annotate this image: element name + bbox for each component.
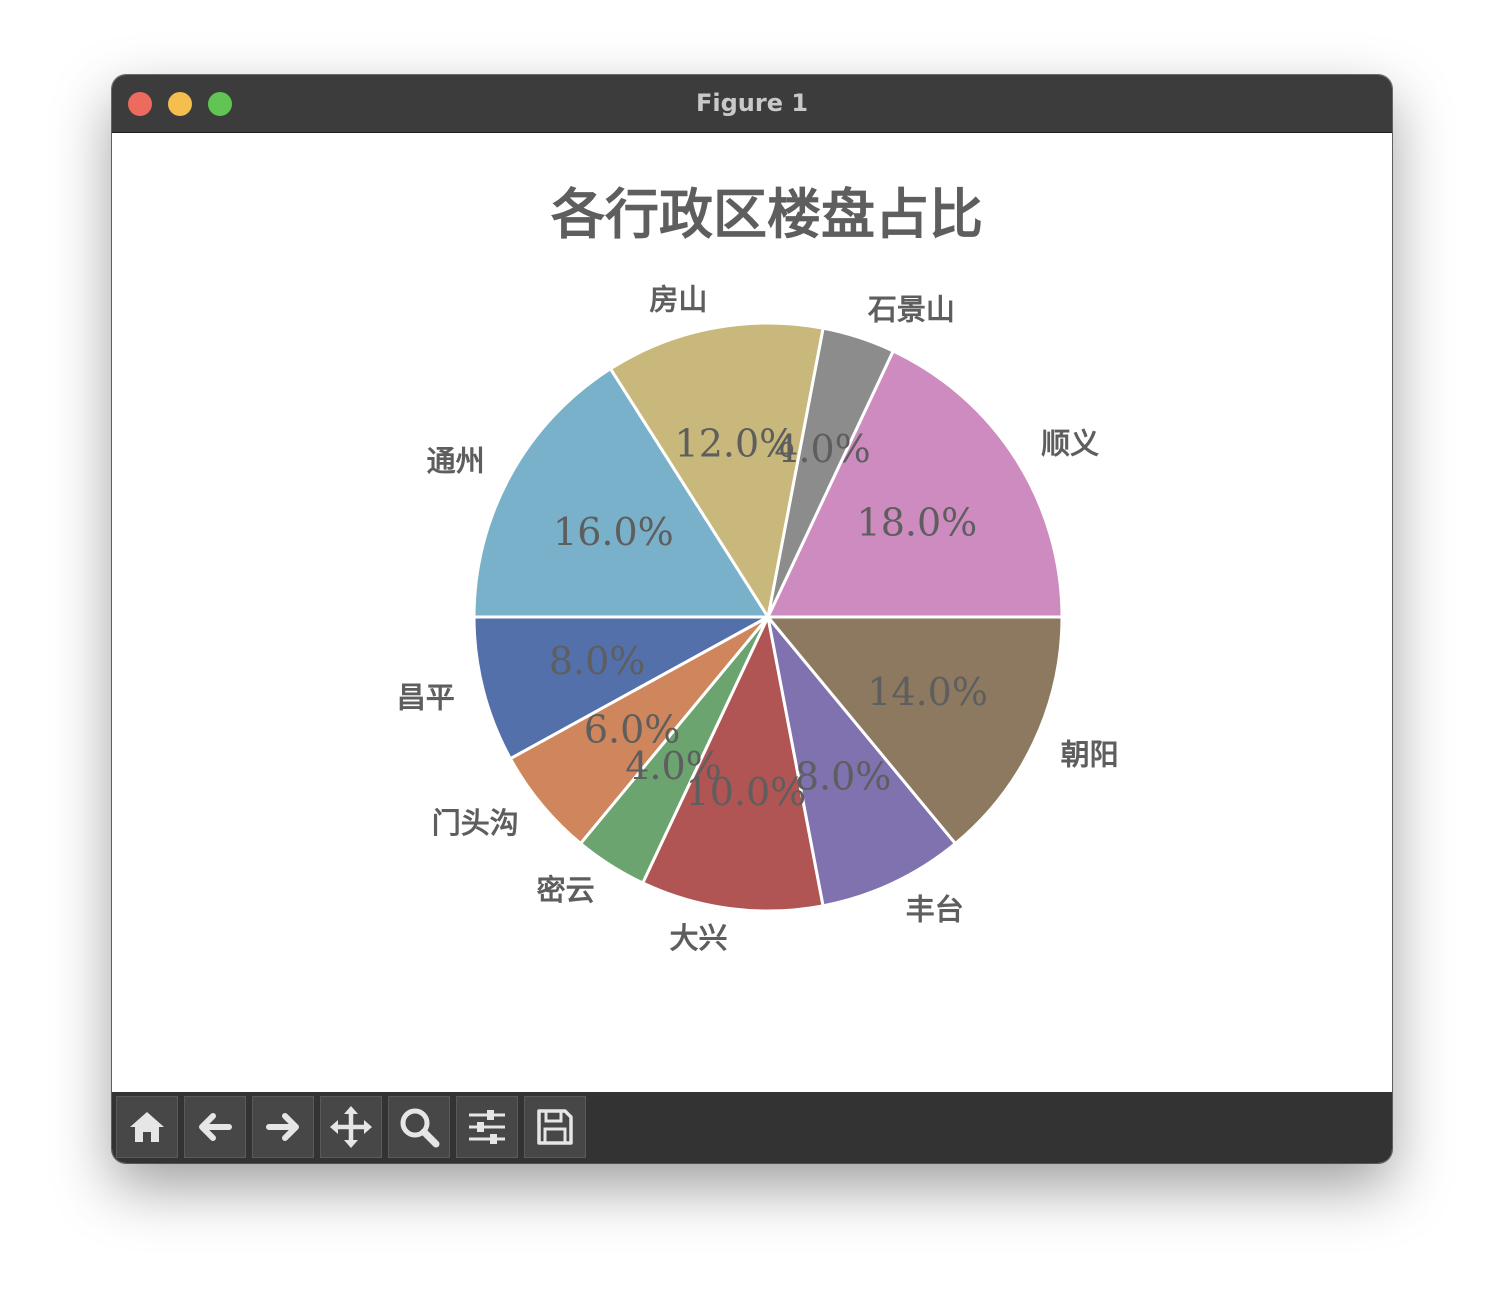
back-button[interactable] [184, 1096, 246, 1158]
slice-label-1: 石景山 [867, 292, 955, 326]
pan-button[interactable] [320, 1096, 382, 1158]
arrow-left-icon [199, 1113, 232, 1141]
chart-title: 各行政区楼盘占比 [551, 182, 983, 246]
zoom-button[interactable] [388, 1096, 450, 1158]
window-title: Figure 1 [695, 89, 809, 117]
floppy-disk-icon [537, 1109, 573, 1145]
slice-percent-3: 16.0% [553, 510, 674, 554]
slice-label-5: 门头沟 [432, 806, 519, 840]
move-icon [330, 1106, 372, 1148]
title-bar: Figure 1 [112, 75, 1392, 133]
slice-label-8: 丰台 [906, 893, 964, 927]
slice-label-0: 顺义 [1041, 427, 1099, 461]
slice-percent-0: 18.0% [857, 501, 978, 545]
slice-percent-8: 8.0% [795, 755, 892, 799]
slice-label-4: 昌平 [397, 680, 455, 714]
slice-label-7: 大兴 [669, 921, 727, 955]
slice-percent-4: 8.0% [549, 639, 646, 683]
slice-percent-9: 14.0% [867, 670, 988, 714]
sliders-icon [469, 1110, 505, 1144]
slice-label-3: 通州 [427, 444, 485, 478]
pie-chart: 各行政区楼盘占比 顺义18.0%石景山4.0%房山12.0%通州16.0%昌平8… [397, 182, 1119, 955]
slice-label-6: 密云 [537, 873, 595, 907]
slice-percent-2: 12.0% [675, 422, 796, 466]
home-button[interactable] [116, 1096, 178, 1158]
slice-percent-7: 10.0% [686, 770, 807, 814]
navigation-toolbar [112, 1092, 1392, 1163]
slice-label-9: 朝阳 [1061, 738, 1119, 772]
configure-subplots-button[interactable] [456, 1096, 518, 1158]
save-button[interactable] [524, 1096, 586, 1158]
pie-slices [472, 321, 1064, 913]
forward-button[interactable] [252, 1096, 314, 1158]
figure-window: Figure 1 各行政区楼盘占比 顺义 18.0% 石景山 4.0% 房山 12.0% 通… [112, 75, 1392, 1163]
home-icon [130, 1112, 164, 1142]
plot-canvas: 各行政区楼盘占比 顺义 18.0% 石景山 4.0% 房山 12.0% 通州 16.0% 昌平 8… [112, 133, 1392, 1092]
arrow-right-icon [266, 1113, 299, 1141]
magnifier-icon [400, 1108, 440, 1148]
slice-label-2: 房山 [649, 282, 707, 316]
